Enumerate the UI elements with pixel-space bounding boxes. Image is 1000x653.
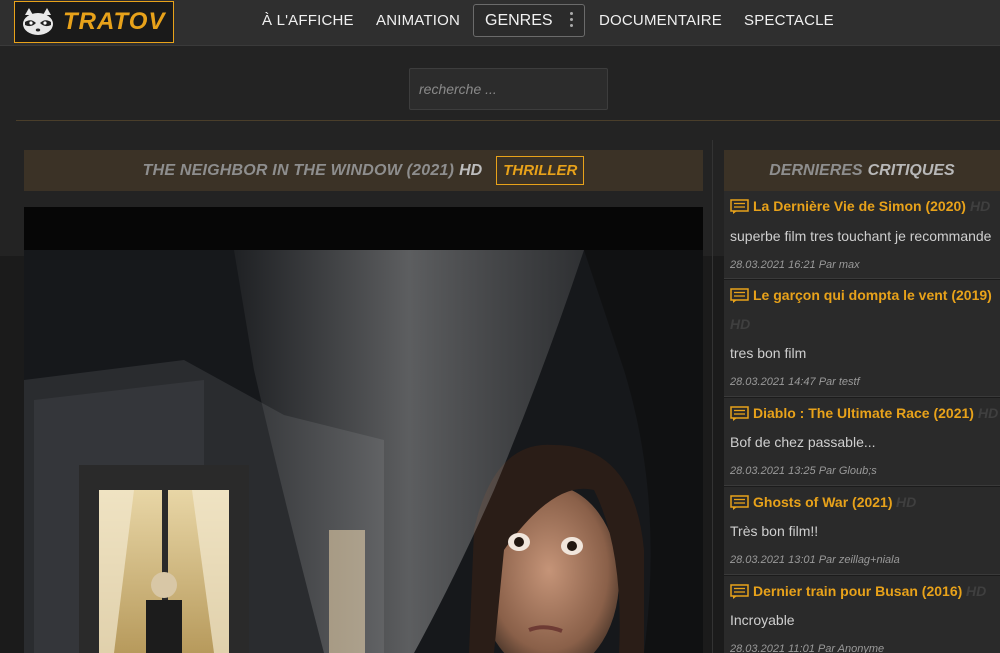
brand-name: TRATOV <box>63 8 166 35</box>
nav-documentaire[interactable]: DOCUMENTAIRE <box>599 0 722 42</box>
review-movie-link[interactable]: Diablo : The Ultimate Race (2021) <box>753 405 974 421</box>
nav-spectacle[interactable]: SPECTACLE <box>744 0 834 42</box>
comment-icon <box>730 406 749 421</box>
review-movie-link[interactable]: Le garçon qui dompta le vent (2019) <box>753 287 992 303</box>
nav-genres-dropdown[interactable]: GENRES <box>473 4 585 37</box>
sidebar-header: DERNIERES CRITIQUES <box>724 150 1000 191</box>
poster-top-strip <box>24 207 703 250</box>
review-movie-link[interactable]: Dernier train pour Busan (2016) <box>753 583 962 599</box>
genre-tag-link[interactable]: THRILLER <box>496 156 585 185</box>
top-navbar: TRATOV À L'AFFICHE ANIMATION GENRES DOCU… <box>0 0 1000 46</box>
review-item: Le garçon qui dompta le vent (2019) HD t… <box>724 280 1000 397</box>
section-separator <box>16 120 1000 121</box>
kebab-menu-icon <box>570 12 574 30</box>
review-quality: HD <box>730 316 751 332</box>
column-divider <box>712 140 713 653</box>
review-text: tres bon film <box>730 345 807 361</box>
comment-icon <box>730 288 749 303</box>
review-item: Diablo : The Ultimate Race (2021) HD Bof… <box>724 398 1000 486</box>
comment-icon <box>730 495 749 510</box>
review-meta: 28.03.2021 13:25 Par Gloub;s <box>730 465 877 477</box>
review-meta: 28.03.2021 16:21 Par max <box>730 259 860 271</box>
review-meta: 28.03.2021 14:47 Par testf <box>730 376 860 388</box>
nav-animation[interactable]: ANIMATION <box>376 0 460 42</box>
site-logo[interactable]: TRATOV <box>14 1 174 43</box>
review-item: La Dernière Vie de Simon (2020) HD super… <box>724 191 1000 279</box>
movie-poster-image[interactable] <box>24 250 703 653</box>
review-text: Incroyable <box>730 612 795 628</box>
review-quality: HD <box>970 198 991 214</box>
review-meta: 28.03.2021 11:01 Par Anonyme <box>730 643 885 653</box>
review-meta: 28.03.2021 13:01 Par zeillag+niala <box>730 554 900 566</box>
review-quality: HD <box>978 405 999 421</box>
search-input[interactable] <box>409 68 608 110</box>
review-text: Très bon film!! <box>730 523 819 539</box>
review-movie-link[interactable]: La Dernière Vie de Simon (2020) <box>753 198 966 214</box>
comment-icon <box>730 584 749 599</box>
review-quality: HD <box>896 494 917 510</box>
movie-title-bar: THE NEIGHBOR IN THE WINDOW (2021) HD THR… <box>24 150 703 191</box>
review-text: superbe film tres touchant je recommande <box>730 228 992 244</box>
raccoon-logo-icon <box>23 8 53 35</box>
sidebar-header-word1: DERNIERES <box>769 161 863 179</box>
nav-genres-label: GENRES <box>485 12 553 29</box>
review-item: Dernier train pour Busan (2016) HD Incro… <box>724 576 1000 653</box>
review-item: Ghosts of War (2021) HD Très bon film!! … <box>724 487 1000 575</box>
comment-icon <box>730 199 749 214</box>
movie-title: THE NEIGHBOR IN THE WINDOW (2021) <box>142 161 455 179</box>
movie-quality-badge: HD <box>459 161 483 179</box>
review-text: Bof de chez passable... <box>730 434 876 450</box>
review-quality: HD <box>966 583 987 599</box>
review-movie-link[interactable]: Ghosts of War (2021) <box>753 494 893 510</box>
poster-illustration <box>24 250 703 653</box>
nav-a-l-affiche[interactable]: À L'AFFICHE <box>262 0 354 42</box>
sidebar-header-word2: CRITIQUES <box>867 161 955 179</box>
